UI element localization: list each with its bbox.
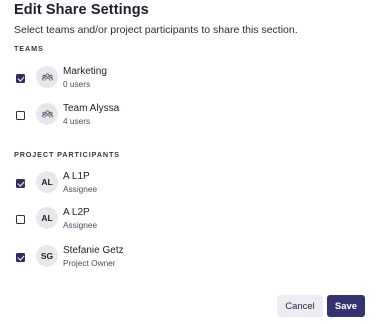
share-settings-dialog: Edit Share Settings Select teams and/or … <box>0 0 376 324</box>
participant-name: A L1P <box>63 171 90 182</box>
participant-avatar: AL <box>36 207 58 229</box>
participant-row-stefanie-getz: SG Stefanie Getz Project Owner <box>0 245 376 277</box>
team-alyssa-checkbox[interactable] <box>16 111 25 120</box>
teams-section-label: TEAMS <box>14 44 44 53</box>
team-user-count: 0 users <box>63 79 91 89</box>
team-row-team-alyssa: Team Alyssa 4 users <box>0 103 376 135</box>
participant-name: A L2P <box>63 207 90 218</box>
participant-role: Assignee <box>63 184 98 194</box>
participant-avatar: SG <box>36 245 58 267</box>
participant-row-a-l1p: AL A L1P Assignee <box>0 171 376 203</box>
participant-name: Stefanie Getz <box>63 245 124 256</box>
team-row-marketing: Marketing 0 users <box>0 66 376 98</box>
participants-section-label: PROJECT PARTICIPANTS <box>14 150 120 159</box>
team-avatar <box>36 66 58 88</box>
save-button[interactable]: Save <box>327 295 365 317</box>
team-icon <box>41 109 53 118</box>
team-marketing-checkbox[interactable] <box>16 74 25 83</box>
participant-role: Assignee <box>63 220 98 230</box>
team-name: Team Alyssa <box>63 103 120 114</box>
participant-stefanie-getz-checkbox[interactable] <box>16 253 25 262</box>
cancel-button[interactable]: Cancel <box>277 295 323 317</box>
dialog-title: Edit Share Settings <box>14 2 149 18</box>
participant-a-l2p-checkbox[interactable] <box>16 215 25 224</box>
team-icon <box>41 72 53 81</box>
participant-role: Project Owner <box>63 258 116 268</box>
participant-a-l1p-checkbox[interactable] <box>16 179 25 188</box>
team-user-count: 4 users <box>63 116 91 126</box>
participant-avatar: AL <box>36 171 58 193</box>
participant-row-a-l2p: AL A L2P Assignee <box>0 207 376 239</box>
team-name: Marketing <box>63 66 107 77</box>
team-avatar <box>36 103 58 125</box>
dialog-subtitle: Select teams and/or project participants… <box>14 24 298 36</box>
